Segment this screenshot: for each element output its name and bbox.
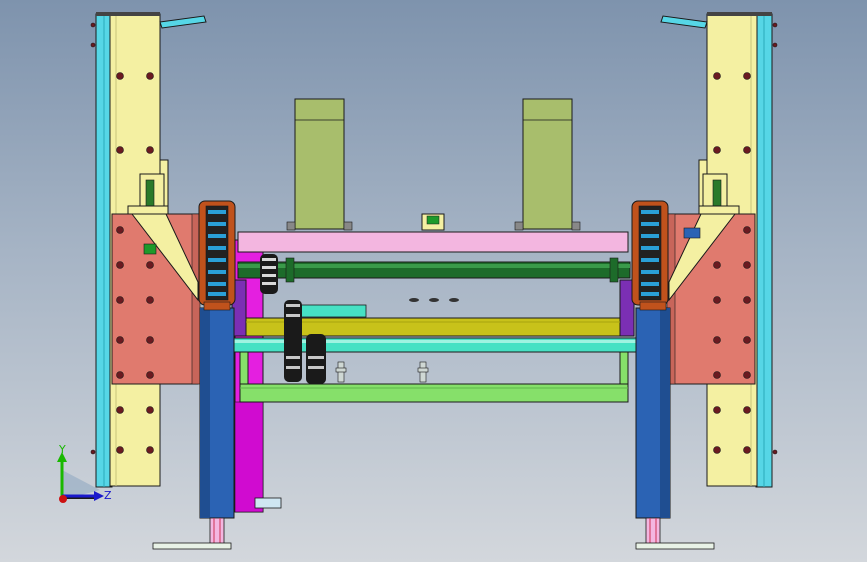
right-foot-plate <box>635 542 715 550</box>
left-cylinder[interactable] <box>286 98 353 231</box>
cad-viewport[interactable]: Y Z <box>0 0 867 562</box>
right-top-sprocket[interactable] <box>631 200 669 306</box>
green-drive-shaft[interactable] <box>237 257 631 283</box>
magenta-bar-screw <box>254 497 282 509</box>
triad-y-label: Y <box>58 443 66 456</box>
right-handle <box>660 15 708 29</box>
small-bolt-row <box>409 298 459 302</box>
left-handle <box>159 15 207 29</box>
drive-sprocket-upper[interactable] <box>260 254 278 294</box>
threaded-studs <box>335 361 429 383</box>
center-sensor[interactable] <box>421 213 445 231</box>
left-column-top-cap <box>96 12 160 16</box>
cad-model-drawing[interactable]: Y Z <box>0 0 867 562</box>
left-top-sprocket[interactable] <box>198 200 236 306</box>
cyan-rail <box>299 304 367 318</box>
left-foot-plate <box>152 542 232 550</box>
olive-beam <box>245 317 621 337</box>
triad-z-label: Z <box>104 489 112 502</box>
right-cylinder[interactable] <box>514 98 581 231</box>
pink-top-beam <box>237 231 629 253</box>
